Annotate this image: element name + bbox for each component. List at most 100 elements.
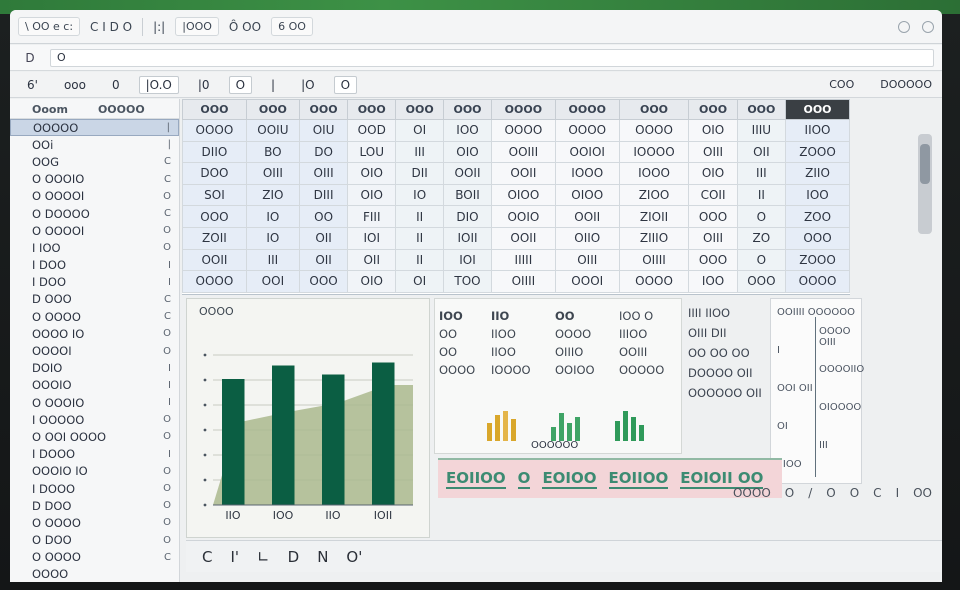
table-cell[interactable]: COII [688, 183, 738, 207]
formula-input[interactable]: O [50, 48, 934, 67]
table-cell[interactable]: OIU [298, 119, 349, 142]
table-cell[interactable]: OOO [736, 270, 787, 293]
scrollbar-thumb[interactable] [920, 144, 930, 184]
table-cell[interactable]: II [395, 226, 445, 250]
table-cell[interactable]: OIO [688, 162, 738, 185]
sidebar-item[interactable]: OOOO [10, 566, 179, 582]
table-cell[interactable]: ZOII [182, 226, 247, 250]
close-icon[interactable] [922, 20, 934, 33]
status-item[interactable]: O [826, 486, 835, 500]
ribbon-item[interactable]: ooo [57, 76, 93, 94]
column-header[interactable]: OOO [395, 99, 445, 120]
bottom-tool-button[interactable]: O' [346, 548, 362, 566]
column-header[interactable]: OOO [182, 99, 247, 120]
table-cell[interactable]: OOOO [182, 119, 247, 142]
table-cell[interactable]: IO [245, 205, 300, 228]
column-header[interactable]: OOO [443, 99, 492, 120]
table-cell[interactable]: FIII [347, 205, 397, 228]
sidebar-item[interactable]: O OOI OOOO O [10, 428, 179, 445]
column-header[interactable]: OOO [618, 99, 690, 120]
table-cell[interactable]: DII [395, 162, 445, 185]
cell-reference[interactable]: D [18, 51, 42, 65]
ribbon-item[interactable]: DOOOOO [880, 78, 932, 91]
sidebar-item[interactable]: O OOOIO C [10, 171, 179, 188]
table-cell[interactable]: OOIU [245, 119, 300, 142]
table-cell[interactable]: OOOO [618, 270, 690, 293]
table-cell[interactable]: IOI [347, 226, 397, 250]
sidebar-item[interactable]: O OOOO C [10, 549, 179, 566]
status-item[interactable]: O [850, 486, 859, 500]
minimize-icon[interactable] [898, 20, 910, 33]
table-cell[interactable]: DIIO [182, 140, 247, 164]
column-header[interactable]: OOO [688, 99, 738, 120]
table-cell[interactable]: OIII [688, 140, 738, 164]
table-cell[interactable]: OIIII [618, 248, 690, 272]
table-cell[interactable]: OII [298, 226, 349, 250]
table-cell[interactable]: LOU [347, 140, 397, 164]
table-cell[interactable]: OOO [688, 248, 738, 272]
table-cell[interactable]: OOII [490, 162, 556, 185]
table-cell[interactable]: OOD [347, 119, 397, 142]
sidebar-item[interactable]: O OOOO C [10, 308, 179, 325]
table-cell[interactable]: ZOO [785, 205, 850, 228]
ribbon-item[interactable]: | [264, 76, 282, 94]
table-cell[interactable]: OIII [554, 248, 620, 272]
table-cell[interactable]: OOO [298, 270, 349, 293]
table-cell[interactable]: OOII [490, 226, 556, 250]
table-cell[interactable]: IIIII [490, 248, 556, 272]
bottom-tool-button[interactable]: D [288, 548, 300, 566]
table-cell[interactable]: OOII [443, 162, 492, 185]
table-cell[interactable]: TOO [443, 270, 492, 293]
title-item[interactable]: 6 OO [271, 17, 313, 36]
table-cell[interactable]: OOII [554, 205, 620, 228]
sidebar-item[interactable]: O DOO O [10, 532, 179, 549]
table-cell[interactable]: IOOOO [618, 140, 690, 164]
sidebar-item[interactable]: D DOO O [10, 497, 179, 514]
sidebar-item[interactable]: O OOOOI O [10, 222, 179, 239]
table-cell[interactable]: III [736, 162, 787, 185]
table-cell[interactable]: IOOO [554, 162, 620, 185]
table-cell[interactable]: ZIO [245, 183, 300, 207]
table-cell[interactable]: IIIU [736, 119, 787, 142]
table-cell[interactable]: OI [395, 119, 445, 142]
sidebar-item[interactable]: I DOOO O [10, 480, 179, 497]
table-cell[interactable]: SOI [182, 183, 247, 207]
table-cell[interactable]: DIII [298, 183, 349, 207]
table-cell[interactable]: II [395, 205, 445, 228]
title-item[interactable]: C I D O [90, 20, 132, 34]
legend-item[interactable]: EOIOO [542, 469, 597, 489]
sidebar-item[interactable]: I DOOO I [10, 446, 179, 463]
status-item[interactable]: O [785, 486, 794, 500]
sidebar-item[interactable]: O DOOOO C [10, 205, 179, 222]
ribbon-item[interactable]: |O.O [138, 75, 179, 94]
bottom-tool-button[interactable]: N [317, 548, 328, 566]
table-cell[interactable]: OOOO [618, 119, 690, 142]
status-item[interactable]: C [873, 486, 881, 500]
sidebar-item[interactable]: O OOOOI O [10, 188, 179, 205]
table-cell[interactable]: IOO [443, 119, 492, 142]
table-cell[interactable]: III [245, 248, 300, 272]
table-cell[interactable]: ZIOO [618, 183, 690, 207]
sidebar-item[interactable]: D OOO C [10, 291, 179, 308]
table-cell[interactable]: OOO [182, 205, 247, 228]
sidebar-item[interactable]: OOi | [10, 136, 179, 153]
sidebar-item[interactable]: O OOOIO I [10, 394, 179, 411]
sidebar-item[interactable]: OOOIO IO O [10, 463, 179, 480]
table-cell[interactable]: OIII [688, 226, 738, 250]
table-cell[interactable]: OO [298, 205, 349, 228]
title-item[interactable]: Ȏ OO [229, 20, 261, 34]
table-cell[interactable]: OIO [443, 140, 492, 164]
table-cell[interactable]: IOOO [618, 162, 690, 185]
ribbon-item[interactable]: O [228, 75, 253, 94]
bottom-tool-button[interactable]: I' [230, 548, 239, 566]
status-item[interactable]: OOOO [733, 486, 771, 500]
sidebar-item[interactable]: OOG C [10, 153, 179, 170]
table-cell[interactable]: OOO [785, 226, 850, 250]
title-item[interactable]: \ OO e c: [18, 17, 81, 36]
column-header[interactable]: OOOO [490, 99, 556, 120]
table-cell[interactable]: III [395, 140, 445, 164]
column-header[interactable]: OOOO [554, 99, 620, 120]
table-cell[interactable]: OOIO [490, 205, 556, 228]
ribbon-item[interactable]: COO [829, 78, 854, 91]
sidebar-item[interactable]: DOIO I [10, 360, 179, 377]
